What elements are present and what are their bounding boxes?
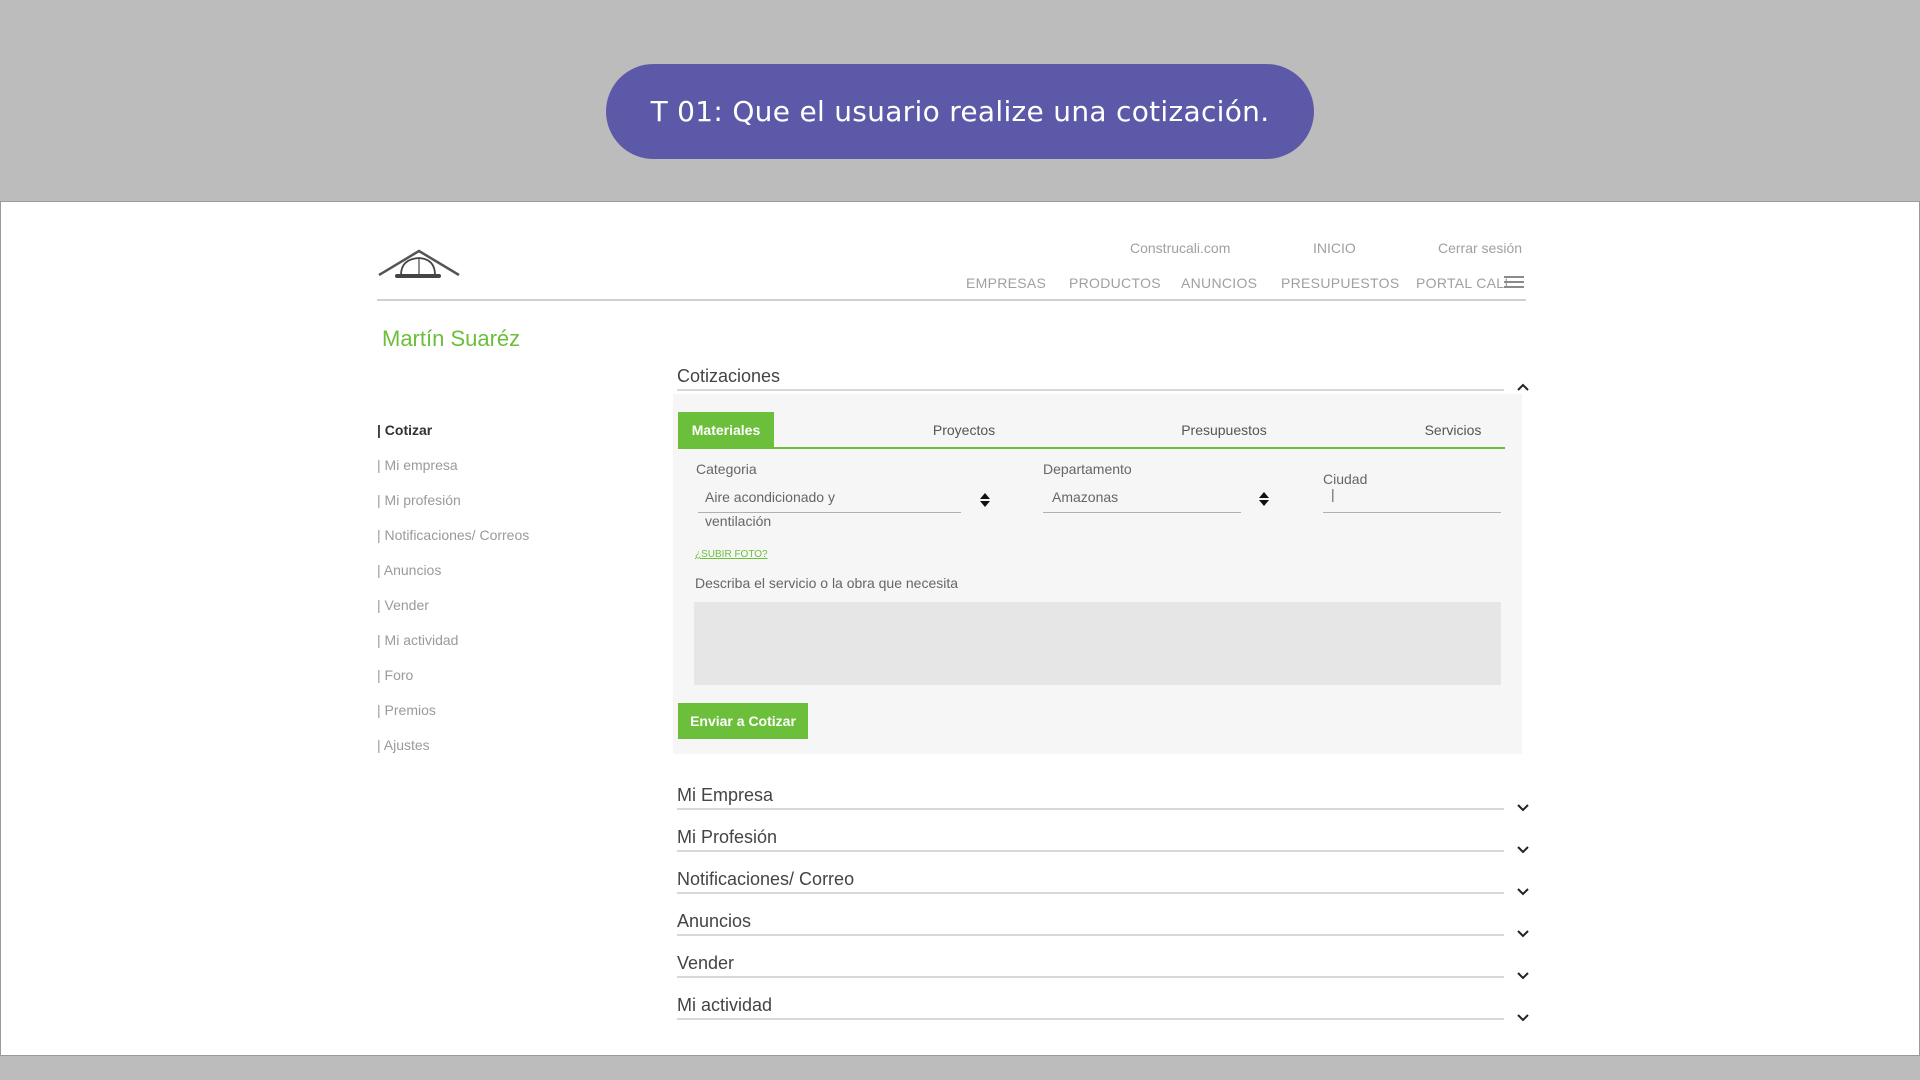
chevron-down-icon[interactable] <box>1516 887 1530 897</box>
sidebar-item-mi-actividad[interactable]: | Mi actividad <box>377 632 458 648</box>
submit-quote-button[interactable]: Enviar a Cotizar <box>678 703 808 739</box>
accordion-mi-empresa-title[interactable]: Mi Empresa <box>677 785 773 806</box>
categoria-label: Categoria <box>696 461 757 477</box>
accordion-divider <box>677 1018 1504 1020</box>
inicio-link[interactable]: INICIO <box>1313 240 1356 256</box>
nav-productos[interactable]: PRODUCTOS <box>1069 275 1161 291</box>
sidebar-item-ajustes[interactable]: | Ajustes <box>377 737 430 753</box>
accordion-notificaciones-title[interactable]: Notificaciones/ Correo <box>677 869 854 890</box>
chevron-down-icon[interactable] <box>1516 1013 1530 1023</box>
tab-underline <box>678 447 1505 449</box>
departamento-label: Departamento <box>1043 461 1132 477</box>
categoria-select[interactable]: Aire acondicionado y ventilación <box>705 485 835 533</box>
chevron-down-icon[interactable] <box>1516 971 1530 981</box>
description-textarea[interactable] <box>694 602 1501 685</box>
accordion-divider <box>677 389 1504 391</box>
sidebar-item-mi-profesion[interactable]: | Mi profesión <box>377 492 461 508</box>
construcali-link[interactable]: Construcali.com <box>1130 240 1230 256</box>
chevron-up-icon[interactable] <box>1516 382 1530 392</box>
ciudad-input[interactable] <box>1323 484 1499 504</box>
categoria-underline <box>698 512 961 513</box>
tab-presupuestos[interactable]: Presupuestos <box>1169 412 1279 447</box>
sidebar-item-vender[interactable]: | Vender <box>377 597 429 613</box>
header-divider <box>377 299 1526 301</box>
nav-presupuestos[interactable]: PRESUPUESTOS <box>1281 275 1400 291</box>
sidebar-item-notificaciones[interactable]: | Notificaciones/ Correos <box>377 527 529 543</box>
task-banner: T 01: Que el usuario realize una cotizac… <box>606 64 1314 159</box>
up-down-arrows-icon[interactable] <box>1258 491 1270 507</box>
chevron-down-icon[interactable] <box>1516 845 1530 855</box>
accordion-divider <box>677 976 1504 978</box>
chevron-down-icon[interactable] <box>1516 929 1530 939</box>
tab-proyectos[interactable]: Proyectos <box>919 412 1009 447</box>
app-frame: Construcali.com INICIO Cerrar sesión EMP… <box>0 201 1920 1056</box>
logout-link[interactable]: Cerrar sesión <box>1438 240 1522 256</box>
sidebar-item-foro[interactable]: | Foro <box>377 667 413 683</box>
sidebar-item-premios[interactable]: | Premios <box>377 702 436 718</box>
accordion-anuncios-title[interactable]: Anuncios <box>677 911 751 932</box>
tab-materiales[interactable]: Materiales <box>678 412 774 447</box>
sidebar-item-mi-empresa[interactable]: | Mi empresa <box>377 457 458 473</box>
accordion-divider <box>677 808 1504 810</box>
sidebar-item-anuncios[interactable]: | Anuncios <box>377 562 441 578</box>
hamburger-icon[interactable] <box>1504 276 1524 290</box>
up-down-arrows-icon[interactable] <box>979 492 991 508</box>
accordion-divider <box>677 850 1504 852</box>
ciudad-underline <box>1323 512 1501 513</box>
accordion-divider <box>677 934 1504 936</box>
upload-photo-link[interactable]: ¿SUBIR FOTO? <box>695 549 768 560</box>
user-name: Martín Suaréz <box>382 326 521 351</box>
cotizar-panel: Materiales Proyectos Presupuestos Servic… <box>673 394 1522 754</box>
nav-anuncios[interactable]: ANUNCIOS <box>1181 275 1257 291</box>
nav-portal-cali[interactable]: PORTAL CALI <box>1416 275 1509 291</box>
accordion-vender-title[interactable]: Vender <box>677 953 734 974</box>
departamento-select[interactable]: Amazonas <box>1052 485 1118 509</box>
accordion-mi-profesion-title[interactable]: Mi Profesión <box>677 827 777 848</box>
description-label: Describa el servicio o la obra que neces… <box>695 575 959 591</box>
accordion-divider <box>677 892 1504 894</box>
tab-servicios[interactable]: Servicios <box>1413 412 1493 447</box>
accordion-cotizaciones-title[interactable]: Cotizaciones <box>677 366 780 387</box>
accordion-mi-actividad-title[interactable]: Mi actividad <box>677 995 772 1016</box>
nav-empresas[interactable]: EMPRESAS <box>966 275 1046 291</box>
sidebar-item-cotizar[interactable]: | Cotizar <box>377 422 432 438</box>
logo-hardhat-roof[interactable] <box>377 247 461 283</box>
chevron-down-icon[interactable] <box>1516 803 1530 813</box>
categoria-value-line1: Aire acondicionado y <box>705 489 835 505</box>
departamento-underline <box>1043 512 1241 513</box>
